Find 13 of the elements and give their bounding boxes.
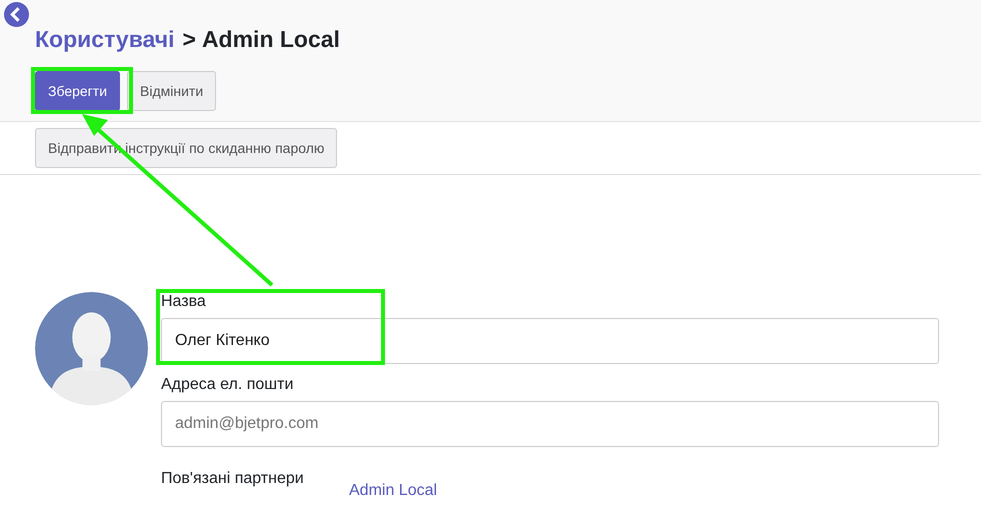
breadcrumb-current: Admin Local xyxy=(202,26,340,52)
partner-link[interactable]: Admin Local xyxy=(349,479,438,503)
breadcrumb-separator: > xyxy=(182,26,196,52)
field-label: Назва xyxy=(161,292,206,312)
email-field[interactable]: admin@bjetpro.com xyxy=(161,401,939,447)
save-button[interactable]: Зберегти xyxy=(35,71,120,111)
breadcrumb-link[interactable]: Користувачі xyxy=(35,26,174,52)
name-field[interactable]: Олег Кітенко xyxy=(161,318,939,364)
field-label: Пов'язані партнери xyxy=(161,469,305,489)
back-icon[interactable] xyxy=(4,2,29,27)
field-label: Адреса ел. пошти xyxy=(161,375,294,395)
cancel-button[interactable]: Відмінити xyxy=(127,71,216,111)
avatar-icon xyxy=(35,292,148,405)
